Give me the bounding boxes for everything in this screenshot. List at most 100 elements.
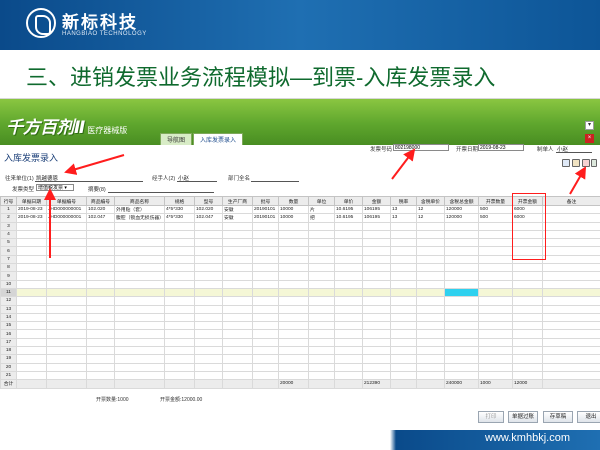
toolbar-search-icon[interactable] (572, 159, 580, 167)
table-cell[interactable] (252, 229, 279, 240)
table-cell[interactable] (478, 238, 513, 248)
table-cell[interactable] (16, 271, 47, 281)
table-cell[interactable] (444, 370, 479, 381)
table-cell[interactable] (334, 337, 363, 348)
column-header[interactable]: 单据日期 (16, 196, 47, 206)
column-header[interactable]: 开票数量 (478, 196, 513, 206)
table-cell[interactable] (478, 304, 513, 314)
table-cell[interactable] (416, 221, 445, 231)
table-cell[interactable] (194, 287, 223, 298)
table-cell[interactable] (416, 229, 445, 240)
table-row[interactable]: 8 (0, 263, 600, 273)
table-cell[interactable]: JHD000000001 (46, 213, 87, 223)
table-cell[interactable]: 2019-08-23 (16, 204, 47, 215)
table-cell[interactable] (362, 346, 391, 356)
table-cell[interactable] (164, 271, 195, 281)
table-cell[interactable] (278, 246, 309, 256)
table-cell[interactable] (308, 312, 335, 323)
table-cell[interactable] (16, 354, 47, 364)
table-cell[interactable] (512, 263, 543, 273)
table-cell[interactable] (478, 370, 513, 381)
table-cell[interactable] (46, 229, 87, 240)
table-row[interactable]: 5 (0, 238, 600, 248)
table-cell[interactable] (86, 238, 115, 248)
table-cell[interactable] (390, 271, 417, 281)
table-cell[interactable] (444, 229, 479, 240)
table-cell[interactable] (362, 329, 391, 339)
table-cell[interactable] (278, 271, 309, 281)
table-cell[interactable] (86, 346, 115, 356)
table-cell[interactable] (278, 254, 309, 265)
table-cell[interactable] (46, 329, 87, 339)
table-cell[interactable] (164, 362, 195, 372)
table-cell[interactable] (542, 204, 600, 215)
table-cell[interactable] (416, 346, 445, 356)
table-cell[interactable]: 10.6195 (334, 204, 363, 215)
table-cell[interactable] (222, 312, 253, 323)
table-cell[interactable] (478, 329, 513, 339)
table-cell[interactable] (114, 221, 165, 231)
table-cell[interactable] (444, 271, 479, 281)
post-voucher-button[interactable]: 单据过账 (508, 411, 538, 423)
table-cell[interactable] (252, 287, 279, 298)
table-cell[interactable] (194, 279, 223, 289)
table-cell[interactable] (308, 296, 335, 306)
table-cell[interactable] (252, 370, 279, 381)
tab-navigation[interactable]: 导航图 (160, 133, 193, 145)
table-cell[interactable] (252, 362, 279, 372)
table-cell[interactable] (86, 329, 115, 339)
table-cell[interactable]: 10.6195 (334, 213, 363, 223)
table-cell[interactable] (416, 263, 445, 273)
table-row[interactable]: 14 (0, 312, 600, 323)
table-cell[interactable] (390, 346, 417, 356)
table-cell[interactable] (16, 304, 47, 314)
table-row[interactable]: 16 (0, 329, 600, 339)
table-cell[interactable] (478, 362, 513, 372)
table-cell[interactable] (444, 296, 479, 306)
table-cell[interactable] (542, 213, 600, 223)
table-cell[interactable] (194, 246, 223, 256)
table-cell[interactable] (308, 229, 335, 240)
table-row[interactable]: 9 (0, 271, 600, 281)
table-cell[interactable] (194, 229, 223, 240)
table-cell[interactable] (512, 337, 543, 348)
table-cell[interactable] (114, 296, 165, 306)
table-cell[interactable] (444, 263, 479, 273)
table-cell[interactable] (512, 321, 543, 331)
column-header[interactable]: 单价 (334, 196, 363, 206)
table-cell[interactable] (16, 287, 47, 298)
table-cell[interactable] (114, 271, 165, 281)
table-cell[interactable] (16, 370, 47, 381)
table-cell[interactable] (86, 321, 115, 331)
table-cell[interactable] (114, 362, 165, 372)
table-cell[interactable] (164, 296, 195, 306)
column-header[interactable]: 商品编号 (86, 196, 115, 206)
table-cell[interactable] (86, 337, 115, 348)
table-cell[interactable] (334, 370, 363, 381)
table-cell[interactable] (86, 354, 115, 364)
table-row[interactable]: 17 (0, 337, 600, 348)
table-cell[interactable]: 腹腔（锁血无损伤器） (114, 213, 165, 223)
table-cell[interactable] (478, 229, 513, 240)
table-cell[interactable] (512, 304, 543, 314)
table-cell[interactable]: JHD000000001 (46, 204, 87, 215)
table-cell[interactable] (114, 312, 165, 323)
table-cell[interactable] (416, 296, 445, 306)
table-cell[interactable] (542, 346, 600, 356)
table-cell[interactable] (164, 229, 195, 240)
table-cell[interactable] (362, 254, 391, 265)
table-cell[interactable] (194, 254, 223, 265)
table-cell[interactable] (390, 362, 417, 372)
table-cell[interactable] (390, 229, 417, 240)
table-cell[interactable] (390, 246, 417, 256)
table-cell[interactable] (16, 229, 47, 240)
table-cell[interactable] (252, 321, 279, 331)
toolbar-help-icon[interactable] (562, 159, 570, 167)
table-cell[interactable] (114, 246, 165, 256)
column-header[interactable]: 批号 (252, 196, 279, 206)
table-cell[interactable] (362, 337, 391, 348)
table-cell[interactable] (278, 362, 309, 372)
table-cell[interactable] (46, 271, 87, 281)
table-cell[interactable] (164, 329, 195, 339)
table-cell[interactable] (416, 246, 445, 256)
